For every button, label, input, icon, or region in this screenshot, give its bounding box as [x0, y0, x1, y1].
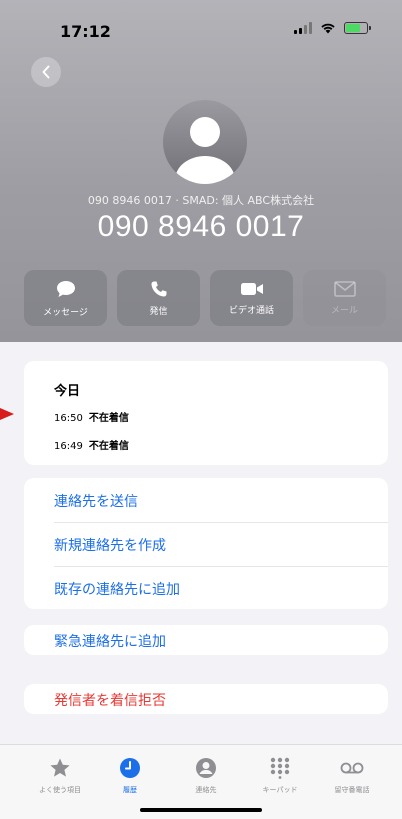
history-day: 今日: [54, 384, 81, 399]
star-icon: [50, 758, 70, 777]
person-icon: [175, 117, 235, 184]
history-record: 16:50 不在着信: [54, 409, 129, 424]
tab-keypad-label: キーパッド: [262, 786, 298, 794]
divider: [54, 522, 388, 523]
home-indicator[interactable]: [140, 808, 262, 812]
video-icon: [240, 282, 263, 295]
back-button[interactable]: [31, 57, 61, 87]
call-button-label: 発信: [149, 306, 168, 317]
call-button[interactable]: 発信: [117, 270, 200, 326]
voicemail-icon: [340, 762, 364, 774]
tab-voicemail[interactable]: 留守番電話: [317, 757, 387, 795]
tab-recents-label: 履歴: [123, 786, 137, 794]
tab-recents[interactable]: 履歴: [95, 757, 165, 795]
block-caller-link[interactable]: 発信者を着信拒否: [54, 690, 166, 710]
keypad-icon: [270, 757, 290, 779]
create-contact-link[interactable]: 新規連絡先を作成: [54, 535, 166, 555]
history-time: 16:49: [54, 441, 83, 452]
message-button[interactable]: メッセージ: [24, 270, 107, 326]
history-status: 不在着信: [88, 413, 129, 424]
mail-button[interactable]: メール: [303, 270, 386, 326]
block-caller-card: 発信者を着信拒否: [24, 684, 388, 714]
chevron-left-icon: [42, 65, 50, 79]
history-record: 16:49 不在着信: [54, 437, 129, 452]
message-button-label: メッセージ: [43, 307, 88, 318]
tab-favorites-label: よく使う項目: [39, 786, 81, 794]
send-contact-link[interactable]: 連絡先を送信: [54, 491, 138, 511]
wifi-icon: [321, 23, 335, 34]
quick-actions: メッセージ 発信 ビデオ通話 メール: [24, 270, 386, 326]
contact-options-card: 連絡先を送信 新規連絡先を作成 既存の連絡先に追加: [24, 478, 388, 609]
contact-avatar: [163, 100, 247, 184]
video-call-button-label: ビデオ通話: [228, 305, 274, 316]
message-icon: [56, 280, 75, 297]
phone-number: 090 8946 0017: [97, 210, 305, 243]
status-time: 17:12: [60, 22, 111, 41]
call-history-card: 今日 16:50 不在着信 16:49 不在着信: [24, 361, 388, 465]
add-emergency-contact-link[interactable]: 緊急連絡先に追加: [54, 631, 166, 651]
tab-voicemail-label: 留守番電話: [334, 786, 370, 794]
divider: [54, 566, 388, 567]
tab-favorites[interactable]: よく使う項目: [25, 757, 95, 795]
tab-contacts-label: 連絡先: [195, 786, 217, 794]
signal-icon: [294, 22, 312, 34]
person-circle-icon: [196, 758, 216, 778]
history-time: 16:50: [54, 413, 83, 424]
contact-subtitle: 090 8946 0017 · SMAD: 個人 ABC株式会社: [87, 194, 315, 207]
tab-contacts[interactable]: 連絡先: [171, 757, 241, 795]
contact-header: 17:12 090 8946 0017 · SMAD: 個人 ABC株式会社 0…: [0, 0, 402, 342]
phone-icon: [151, 281, 166, 296]
clock-icon: [120, 758, 140, 778]
video-call-button[interactable]: ビデオ通話: [210, 270, 293, 326]
emergency-contact-card: 緊急連絡先に追加: [24, 625, 388, 655]
mail-button-label: メール: [330, 305, 358, 316]
history-status: 不在着信: [88, 441, 129, 452]
mail-icon: [333, 280, 356, 297]
battery-icon: [344, 22, 371, 34]
add-existing-contact-link[interactable]: 既存の連絡先に追加: [54, 579, 180, 599]
tab-keypad[interactable]: キーパッド: [245, 757, 315, 795]
status-icons: [294, 22, 371, 34]
annotation-arrow-icon: [0, 408, 14, 420]
